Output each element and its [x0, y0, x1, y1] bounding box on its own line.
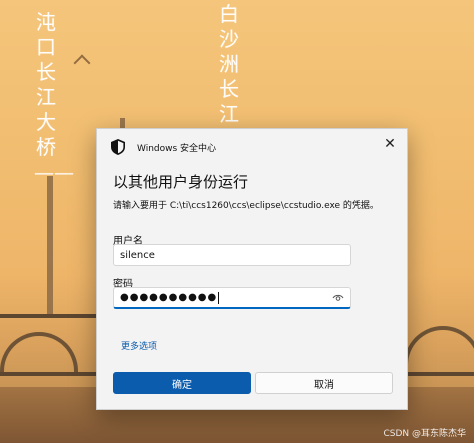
password-mask: ●●●●●●●●●●	[120, 292, 218, 303]
dialog-titlebar: Windows 安全中心 ✕	[97, 129, 407, 161]
ok-button[interactable]: 确定	[113, 372, 251, 394]
close-icon: ✕	[384, 136, 396, 152]
dialog-heading: 以其他用户身份运行	[113, 173, 249, 191]
bridge-tower	[47, 176, 53, 316]
username-value: silence	[120, 249, 155, 261]
watermark-text: CSDN @耳东陈杰华	[383, 429, 466, 439]
close-button[interactable]: ✕	[381, 135, 399, 153]
bridge-deck	[0, 314, 110, 318]
poem-text-left: 沌口长江大桥——	[34, 10, 74, 184]
password-field[interactable]: ●●●●●●●●●●	[113, 287, 351, 309]
eye-icon[interactable]	[332, 293, 344, 303]
bird-icon	[73, 54, 91, 72]
username-field[interactable]: silence	[113, 244, 351, 266]
bridge-arch	[404, 326, 474, 376]
cancel-button[interactable]: 取消	[255, 372, 393, 394]
bridge-arch	[0, 332, 78, 376]
dialog-description: 请输入要用于 C:\ti\ccs1260\ccs\eclipse\ccstudi…	[113, 201, 379, 211]
more-options-link[interactable]: 更多选项	[121, 339, 157, 352]
text-caret	[218, 291, 220, 304]
credential-dialog: Windows 安全中心 ✕ 以其他用户身份运行 请输入要用于 C:\ti\cc…	[96, 128, 408, 410]
shield-icon	[111, 139, 125, 155]
window-title: Windows 安全中心	[137, 144, 217, 154]
